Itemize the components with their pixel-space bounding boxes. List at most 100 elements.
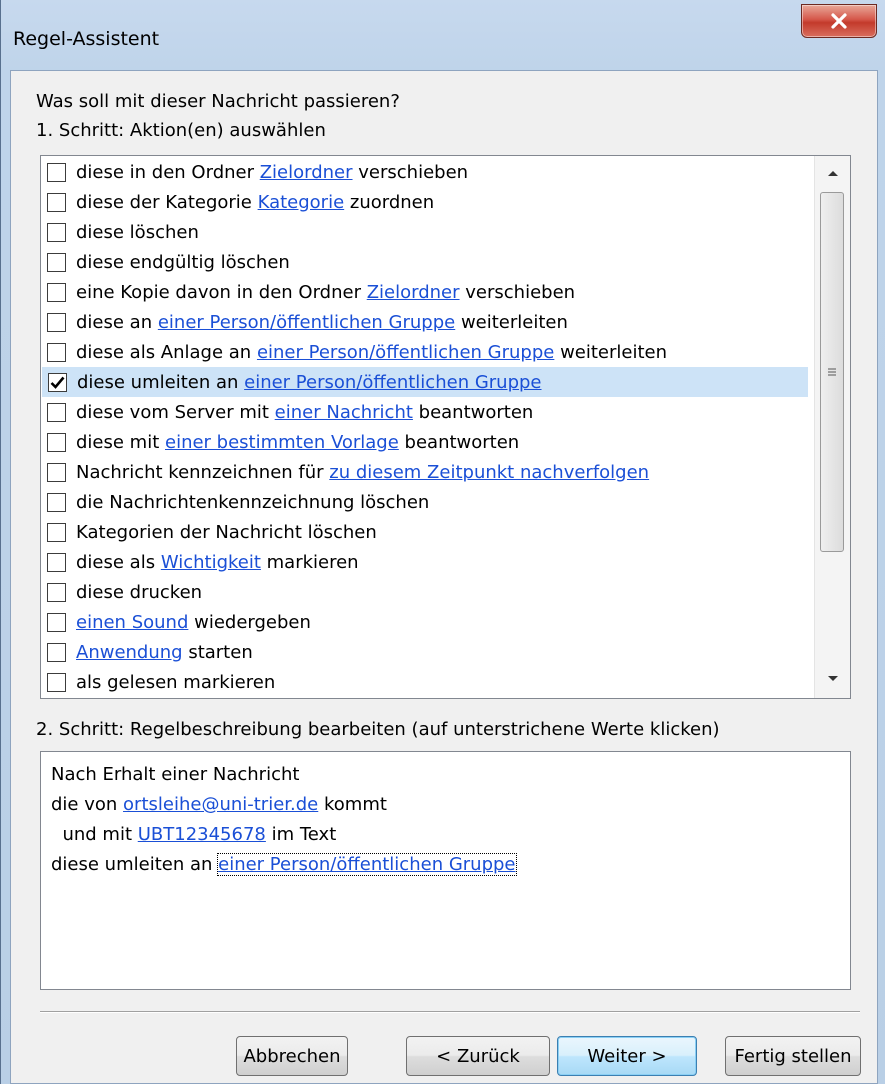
action-text: diese der Kategorie xyxy=(76,191,258,213)
action-link[interactable]: zu diesem Zeitpunkt nachverfolgen xyxy=(329,462,649,483)
action-text: beantworten xyxy=(398,431,520,453)
description-text: und mit xyxy=(51,824,138,845)
title-bar[interactable]: Regel-Assistent xyxy=(1,0,885,70)
action-checkbox[interactable] xyxy=(48,372,67,392)
scroll-up-icon xyxy=(827,171,838,176)
action-text: weiterleiten xyxy=(554,341,668,363)
action-checkbox[interactable] xyxy=(47,672,66,692)
action-item[interactable]: eine Kopie davon in den Ordner Zielordne… xyxy=(41,277,811,307)
description-text: im Text xyxy=(265,824,337,845)
action-text: eine Kopie davon in den Ordner xyxy=(76,281,367,303)
action-text: Kategorien der Nachricht löschen xyxy=(76,521,377,543)
actions-list[interactable]: diese in den Ordner Zielordner verschieb… xyxy=(40,155,851,699)
action-checkbox[interactable] xyxy=(47,222,66,242)
action-item[interactable]: diese als Wichtigkeit markieren xyxy=(41,547,811,577)
action-checkbox[interactable] xyxy=(47,582,66,602)
cancel-button[interactable]: Abbrechen xyxy=(236,1036,348,1076)
description-line: und mit UBT12345678 im Text xyxy=(51,820,840,850)
description-text: diese umleiten an xyxy=(51,854,219,875)
action-text: weiterleiten xyxy=(455,311,568,333)
action-checkbox[interactable] xyxy=(47,462,66,482)
action-link[interactable]: einer bestimmten Vorlage xyxy=(165,432,399,453)
action-text: diese an xyxy=(76,311,158,333)
action-link[interactable]: einer Person/öffentlichen Gruppe xyxy=(158,312,455,333)
action-item[interactable]: diese endgültig löschen xyxy=(41,247,811,277)
action-link[interactable]: Kategorie xyxy=(258,192,345,213)
action-checkbox[interactable] xyxy=(47,312,66,332)
description-line: Nach Erhalt einer Nachricht xyxy=(51,760,840,790)
description-link[interactable]: UBT12345678 xyxy=(138,824,266,845)
scroll-thumb[interactable] xyxy=(820,192,844,552)
action-item[interactable]: diese umleiten an einer Person/öffentlic… xyxy=(42,367,808,397)
rule-description-lines: Nach Erhalt einer Nachricht die von ortsl… xyxy=(51,760,840,880)
action-text: als gelesen markieren xyxy=(76,671,276,693)
action-checkbox[interactable] xyxy=(47,342,66,362)
action-item[interactable]: Anwendung starten xyxy=(41,637,811,667)
action-item[interactable]: diese vom Server mit einer Nachricht bea… xyxy=(41,397,811,427)
description-link[interactable]: ortsleihe@uni-trier.de xyxy=(123,794,318,815)
description-text: Nach Erhalt einer Nachricht xyxy=(51,764,300,785)
description-link[interactable]: einer Person/öffentlichen Gruppe xyxy=(217,853,517,876)
action-checkbox[interactable] xyxy=(47,612,66,632)
action-text: Nachricht kennzeichnen für xyxy=(76,461,330,483)
action-checkbox[interactable] xyxy=(47,492,66,512)
action-item[interactable]: Nachricht kennzeichnen für zu diesem Zei… xyxy=(41,457,811,487)
back-button[interactable]: < Zurück xyxy=(406,1036,550,1076)
action-item[interactable]: diese mit einer bestimmten Vorlage beant… xyxy=(41,427,811,457)
action-checkbox[interactable] xyxy=(47,282,66,302)
action-text: verschieben xyxy=(459,281,576,303)
action-text: diese mit xyxy=(76,431,165,453)
close-button[interactable] xyxy=(801,4,877,38)
action-checkbox[interactable] xyxy=(47,432,66,452)
action-checkbox[interactable] xyxy=(47,552,66,572)
rule-wizard-window: Regel-Assistent Was soll mit dieser Nach… xyxy=(0,0,885,1084)
action-text: beantworten xyxy=(412,401,534,423)
action-link[interactable]: einer Person/öffentlichen Gruppe xyxy=(257,342,554,363)
action-item[interactable]: diese der Kategorie Kategorie zuordnen xyxy=(41,187,811,217)
action-text: starten xyxy=(182,641,253,663)
description-text: kommt xyxy=(318,794,387,815)
action-item[interactable]: diese an einer Person/öffentlichen Grupp… xyxy=(41,307,811,337)
action-checkbox[interactable] xyxy=(47,192,66,212)
action-item[interactable]: als gelesen markieren xyxy=(41,667,811,697)
description-line: diese umleiten an einer Person/öffentlic… xyxy=(51,850,840,880)
description-line: die von ortsleihe@uni-trier.de kommt xyxy=(51,790,840,820)
next-button[interactable]: Weiter > xyxy=(557,1036,697,1076)
action-item[interactable]: die Nachrichtenkennzeichnung löschen xyxy=(41,487,811,517)
action-item[interactable]: einen Sound wiedergeben xyxy=(41,607,811,637)
action-text: zuordnen xyxy=(344,191,435,213)
action-text: diese als Anlage an xyxy=(76,341,257,363)
close-icon xyxy=(831,13,847,29)
checkmark-icon xyxy=(50,376,65,389)
dialog-body: Was soll mit dieser Nachricht passieren?… xyxy=(10,70,878,1084)
action-item[interactable]: diese in den Ordner Zielordner verschieb… xyxy=(41,157,811,187)
action-link[interactable]: Anwendung xyxy=(76,642,183,663)
action-link[interactable]: Zielordner xyxy=(260,162,353,183)
action-link[interactable]: Zielordner xyxy=(367,282,460,303)
scroll-down-button[interactable] xyxy=(815,662,850,696)
window-title: Regel-Assistent xyxy=(13,28,160,50)
action-item[interactable]: diese als Anlage an einer Person/öffentl… xyxy=(41,337,811,367)
description-text: die von xyxy=(51,794,124,815)
action-item[interactable]: diese drucken xyxy=(41,577,811,607)
action-link[interactable]: Wichtigkeit xyxy=(161,552,261,573)
action-text: diese drucken xyxy=(76,581,203,603)
action-checkbox[interactable] xyxy=(47,522,66,542)
action-item[interactable]: Kategorien der Nachricht löschen xyxy=(41,517,811,547)
action-text: die Nachrichtenkennzeichnung löschen xyxy=(76,491,430,513)
scroll-up-button[interactable] xyxy=(815,156,850,190)
action-checkbox[interactable] xyxy=(47,162,66,182)
step1-question: Was soll mit dieser Nachricht passieren? xyxy=(36,91,400,112)
action-checkbox[interactable] xyxy=(47,642,66,662)
action-link[interactable]: einer Person/öffentlichen Gruppe xyxy=(244,372,541,393)
action-text: diese löschen xyxy=(76,221,199,243)
scroll-grip-icon xyxy=(828,368,836,376)
action-link[interactable]: einer Nachricht xyxy=(275,402,413,423)
finish-button[interactable]: Fertig stellen xyxy=(725,1036,861,1076)
action-checkbox[interactable] xyxy=(47,252,66,272)
action-item[interactable]: diese löschen xyxy=(41,217,811,247)
action-link[interactable]: einen Sound xyxy=(76,612,188,633)
action-text: diese in den Ordner xyxy=(76,161,260,183)
actions-scrollbar[interactable] xyxy=(814,156,850,698)
action-checkbox[interactable] xyxy=(47,402,66,422)
